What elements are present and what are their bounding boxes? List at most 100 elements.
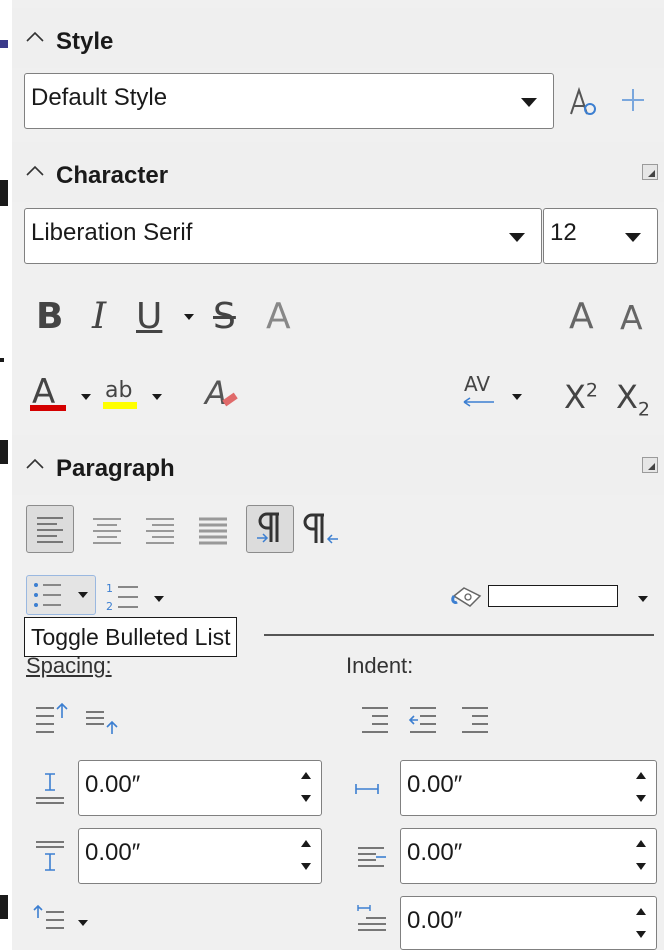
new-style-icon[interactable]	[619, 86, 647, 114]
section-divider	[264, 634, 654, 636]
align-right-icon[interactable]	[138, 507, 183, 552]
paragraph-background-icon[interactable]	[450, 584, 486, 610]
indent-label: Indent:	[346, 653, 414, 678]
background-color-dropdown-icon[interactable]	[638, 596, 648, 602]
spin-up-icon[interactable]	[636, 840, 646, 847]
spin-up-icon[interactable]	[636, 908, 646, 915]
chevron-down-icon	[625, 233, 641, 242]
bulleted-list-button[interactable]	[26, 575, 96, 615]
before-indent-icon	[355, 784, 379, 794]
italic-button[interactable]: I	[92, 296, 106, 337]
after-indent-icon	[358, 847, 386, 867]
align-justify-icon[interactable]	[191, 507, 236, 552]
update-style-icon[interactable]	[565, 84, 601, 120]
hanging-indent-icon[interactable]	[458, 700, 494, 736]
chevron-up-icon	[26, 165, 44, 176]
font-color-swatch	[30, 405, 66, 411]
first-line-indent-icon	[357, 905, 386, 931]
above-spacing-value: 0.00″	[85, 771, 141, 798]
bulleted-list-icon	[34, 583, 61, 607]
line-spacing-dropdown-icon[interactable]	[78, 920, 88, 926]
superscript-button[interactable]: X2	[564, 378, 598, 416]
below-spacing-icon	[36, 841, 64, 871]
paragraph-section-title: Paragraph	[56, 455, 175, 482]
more-options-icon[interactable]	[642, 164, 658, 180]
spin-up-icon[interactable]	[301, 772, 311, 779]
bulleted-list-tooltip: Toggle Bulleted List	[24, 617, 238, 657]
decrease-indent-icon[interactable]	[406, 700, 442, 736]
font-name-value: Liberation Serif	[31, 219, 193, 246]
chevron-up-icon	[26, 31, 44, 42]
paragraph-style-value: Default Style	[31, 84, 168, 111]
align-left-icon	[37, 517, 63, 543]
highlight-button[interactable]: ab	[105, 378, 132, 403]
grow-font-button[interactable]: A	[569, 296, 594, 337]
left-to-right-button[interactable]	[246, 505, 294, 553]
bullet-dropdown-icon[interactable]	[78, 592, 88, 598]
font-name-select[interactable]: Liberation Serif	[24, 208, 542, 264]
spin-up-icon[interactable]	[636, 772, 646, 779]
spin-up-icon[interactable]	[301, 840, 311, 847]
svg-text:2: 2	[106, 600, 113, 613]
line-spacing-icon[interactable]	[32, 902, 68, 938]
spin-down-icon[interactable]	[636, 863, 646, 870]
subscript-exp: 2	[637, 398, 651, 421]
first-line-indent-field[interactable]: 0.00″	[400, 896, 657, 950]
after-indent-field[interactable]: 0.00″	[400, 828, 657, 884]
sidebar-properties-panel: Style Default Style Character Liberation…	[12, 0, 664, 950]
character-spacing-button[interactable]: AV	[464, 372, 490, 396]
font-size-value: 12	[550, 219, 577, 246]
highlight-color-swatch	[103, 402, 137, 409]
right-to-left-icon[interactable]	[300, 507, 345, 552]
chevron-up-icon	[26, 458, 44, 469]
superscript-exp: 2	[585, 379, 599, 402]
paragraph-section-header[interactable]: Paragraph	[12, 435, 664, 495]
before-indent-value: 0.00″	[407, 771, 463, 798]
underline-dropdown-icon[interactable]	[184, 314, 194, 320]
character-section-title: Character	[56, 162, 169, 189]
above-spacing-icon	[36, 773, 64, 804]
increase-indent-icon[interactable]	[358, 700, 394, 736]
character-section-header[interactable]: Character	[12, 142, 664, 202]
bold-button[interactable]: B	[36, 296, 63, 337]
document-edge	[0, 0, 12, 950]
underline-button[interactable]: U	[136, 296, 162, 337]
clear-formatting-button[interactable]: A	[205, 374, 227, 412]
below-spacing-value: 0.00″	[85, 839, 141, 866]
above-spacing-field[interactable]: 0.00″	[78, 760, 322, 816]
increase-spacing-icon[interactable]	[34, 700, 70, 736]
more-options-icon[interactable]	[642, 457, 658, 473]
style-section-header[interactable]: Style	[12, 8, 664, 68]
numbered-list-icon[interactable]: 12	[104, 578, 144, 616]
shrink-font-button[interactable]: A	[620, 298, 643, 337]
character-spacing-dropdown-icon[interactable]	[512, 394, 522, 400]
chevron-down-icon	[521, 98, 537, 107]
numbered-list-dropdown-icon[interactable]	[154, 596, 164, 602]
shadow-button[interactable]: A	[266, 296, 291, 337]
spin-down-icon[interactable]	[636, 795, 646, 802]
spin-down-icon[interactable]	[301, 863, 311, 870]
paragraph-style-select[interactable]: Default Style	[24, 73, 554, 129]
spin-down-icon[interactable]	[636, 931, 646, 938]
align-left-button[interactable]	[26, 505, 74, 553]
after-indent-value: 0.00″	[407, 839, 463, 866]
spacing-arrow-icon	[463, 397, 494, 407]
superscript-label: X	[564, 378, 586, 416]
highlight-dropdown-icon[interactable]	[152, 394, 162, 400]
pilcrow-ltr-icon	[257, 512, 279, 543]
below-spacing-field[interactable]: 0.00″	[78, 828, 322, 884]
spin-down-icon[interactable]	[301, 795, 311, 802]
before-indent-field[interactable]: 0.00″	[400, 760, 657, 816]
style-section-title: Style	[56, 28, 114, 55]
subscript-label: X	[616, 378, 638, 416]
chevron-down-icon	[509, 233, 525, 242]
subscript-button[interactable]: X2	[616, 378, 650, 420]
decrease-spacing-icon[interactable]	[84, 700, 120, 736]
strikethrough-button[interactable]: S	[213, 296, 236, 337]
svg-text:1: 1	[106, 582, 113, 595]
background-color-swatch[interactable]	[488, 585, 618, 607]
font-size-select[interactable]: 12	[543, 208, 658, 264]
first-line-indent-value: 0.00″	[407, 907, 463, 934]
align-center-icon[interactable]	[85, 507, 130, 552]
font-color-dropdown-icon[interactable]	[81, 394, 91, 400]
